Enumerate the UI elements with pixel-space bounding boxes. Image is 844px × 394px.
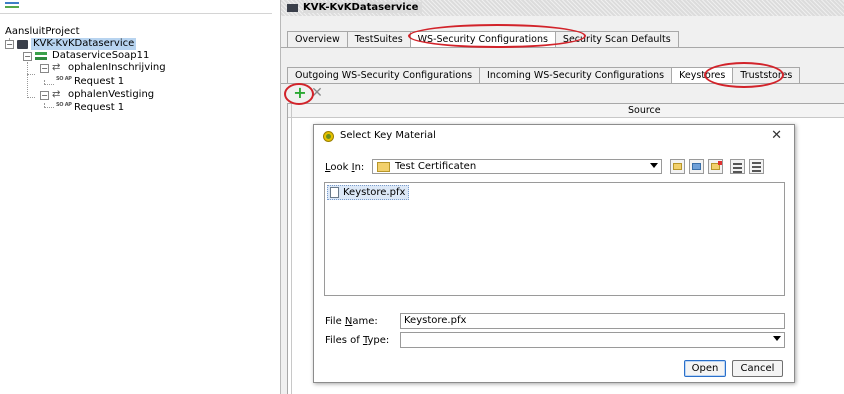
file-icon [330,187,339,198]
file-list: Keystore.pfx [324,182,785,296]
file-name-field[interactable]: Keystore.pfx [400,313,785,329]
tree-connector [27,97,35,98]
tree-item-request[interactable]: SO AP Request 1 [56,76,126,88]
new-folder-icon [711,161,722,170]
home-icon [692,163,701,170]
cancel-button[interactable]: Cancel [732,360,783,377]
folder-icon [377,162,390,172]
list-view-button[interactable] [730,159,745,174]
table-header: Source [288,104,844,118]
tree-connector [44,107,54,108]
operation-label: ophalenVestiging [68,89,155,100]
list-item[interactable]: Keystore.pfx [327,185,410,200]
navigator-panel: AansluitProject − KVK-KvKDataservice − D… [0,0,272,394]
app-icon [323,131,334,142]
collapse-icon[interactable]: − [23,51,32,61]
collapse-icon[interactable]: − [5,39,14,49]
close-icon[interactable]: ✕ [771,128,782,143]
operation-label: ophalenInschrijving [68,62,166,73]
soap-request-icon: SO AP [56,101,72,108]
tree-item-service[interactable]: − KVK-KvKDataservice [5,38,137,50]
select-key-material-dialog: Select Key Material ✕ Look In: Test Cert… [313,124,795,383]
dialog-title: Select Key Material [340,130,436,141]
project-label: AansluitProject [5,26,80,37]
dialog-title-bar: Select Key Material ✕ [314,125,794,147]
folder-up-icon [673,163,682,170]
security-sub-tab-bar: Outgoing WS-Security Configurations Inco… [287,67,801,84]
files-of-type-label: Files of Type: [325,335,390,346]
chevron-down-icon [650,163,658,168]
editor-title-bar: KVK-KvKDataservice [281,0,844,16]
tab-incoming-ws-security[interactable]: Incoming WS-Security Configurations [479,67,673,83]
collapse-icon[interactable]: − [40,63,49,73]
tree-item-operation[interactable]: − ⇄ ophalenInschrijving [40,62,168,74]
operation-icon: ⇄ [52,89,61,100]
operation-icon: ⇄ [52,62,61,73]
request-label: Request 1 [74,102,125,113]
tree-connector [27,74,35,75]
tab-keystores[interactable]: Keystores [671,67,734,84]
files-of-type-select[interactable] [400,332,785,348]
tab-bar-divider [281,47,844,48]
look-in-select[interactable]: Test Certificaten [372,159,662,174]
service-label: KVK-KvKDataservice [31,38,137,50]
request-label: Request 1 [74,76,125,87]
remove-keystore-button[interactable]: ✕ [311,86,323,100]
details-view-button[interactable] [749,159,764,174]
look-in-value: Test Certificaten [395,161,477,172]
column-header-source[interactable]: Source [628,105,661,116]
soap-interface-icon [35,51,47,61]
soap-request-icon: SO AP [56,75,72,82]
tree-item-project[interactable]: AansluitProject [3,26,82,38]
tab-outgoing-ws-security[interactable]: Outgoing WS-Security Configurations [287,67,481,83]
chevron-down-icon [773,336,781,341]
tree-item-request[interactable]: SO AP Request 1 [56,102,126,114]
row-header-column [288,104,292,394]
tab-ws-security-configurations[interactable]: WS-Security Configurations [409,31,556,48]
interface-label: DataserviceSoap11 [52,50,150,61]
tab-security-scan-defaults[interactable]: Security Scan Defaults [554,31,679,47]
service-icon [17,39,28,49]
navigator-menu-icon[interactable] [5,2,19,10]
collapse-icon[interactable]: − [40,90,49,100]
editor-tab-bar: Overview TestSuites WS-Security Configur… [287,31,679,48]
home-button[interactable] [689,159,704,174]
tab-testsuites[interactable]: TestSuites [346,31,411,47]
look-in-label: Look In: [325,162,365,173]
file-name-label: File Name: [325,316,378,327]
file-name: Keystore.pfx [343,187,406,198]
tree-connector [44,84,54,85]
tab-overview[interactable]: Overview [287,31,348,47]
add-keystore-button[interactable]: + [293,85,307,101]
tab-truststores[interactable]: Truststores [732,67,801,83]
sub-tab-bar-divider [281,83,844,84]
tree-item-operation[interactable]: − ⇄ ophalenVestiging [40,89,156,101]
tree-connector [27,62,28,98]
service-icon [287,4,298,12]
editor-title: KVK-KvKDataservice [303,2,423,13]
open-button[interactable]: Open [684,360,726,377]
up-one-level-button[interactable] [670,159,685,174]
new-folder-button[interactable] [708,159,723,174]
tree-item-interface[interactable]: − DataserviceSoap11 [23,50,151,62]
navigator-divider [0,13,272,14]
